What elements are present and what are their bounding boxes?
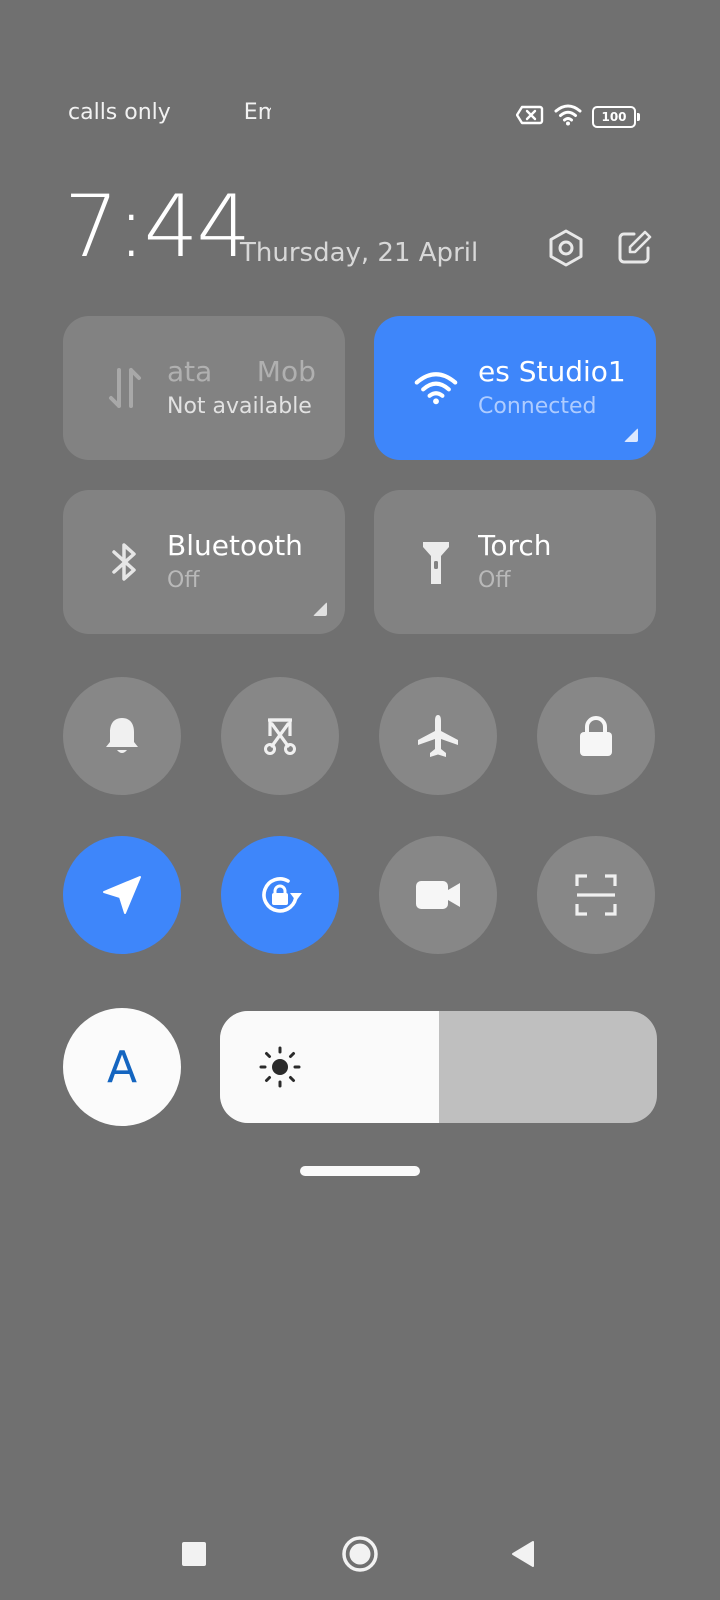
wifi-status: Connected [478,394,597,419]
mobile-data-tile[interactable]: ata Mob Not available [63,316,345,460]
back-triangle-icon [512,1541,534,1567]
screenshot-toggle[interactable] [221,677,339,795]
screen-recorder-toggle[interactable] [379,836,497,954]
square-icon [182,1542,206,1566]
bell-icon [106,718,138,753]
clock-time: 7:44 [64,177,251,277]
bluetooth-tile[interactable]: Bluetooth Off [63,490,345,634]
expand-corner-icon[interactable] [313,602,327,616]
wifi-tile[interactable]: es Studio1 Connected [374,316,656,460]
edit-button[interactable] [614,228,654,268]
brightness-slider-fill [220,1011,439,1123]
expand-corner-icon[interactable] [624,428,638,442]
location-toggle[interactable] [63,836,181,954]
data-arrows-icon [103,366,147,410]
battery-indicator: 100 [592,106,640,128]
auto-rotate-toggle[interactable] [221,836,339,954]
torch-status: Off [478,568,511,593]
torch-tile[interactable]: Torch Off [374,490,656,634]
settings-button[interactable] [546,228,586,268]
auto-brightness-label: A [106,1041,138,1093]
status-bar-carriers: calls only Em [68,100,271,125]
wifi-icon [414,366,458,410]
rotation-lock-icon [262,877,302,913]
lock-screen-toggle[interactable] [537,677,655,795]
no-sim-icon [515,105,544,129]
location-arrow-icon [103,876,141,914]
sun-icon [258,1045,302,1093]
recents-button[interactable] [170,1530,218,1578]
torch-icon [414,540,458,584]
settings-hexagon-icon [549,229,583,267]
carrier-label-secondary: Em [243,100,271,125]
auto-brightness-button[interactable]: A [63,1008,181,1126]
airplane-mode-toggle[interactable] [379,677,497,795]
bluetooth-icon [103,540,147,584]
edit-pencil-icon [618,230,652,264]
scan-frame-icon [575,874,617,916]
video-camera-icon [416,881,460,909]
status-bar-icons: 100 [515,104,640,130]
panel-drag-handle[interactable] [300,1166,420,1176]
bluetooth-title: Bluetooth [167,529,303,562]
airplane-icon [418,715,458,757]
scanner-toggle[interactable] [537,836,655,954]
carrier-label: calls only [68,100,171,125]
sound-toggle[interactable] [63,677,181,795]
date-label: Thursday, 21 April [240,238,479,268]
screenshot-scissors-icon [264,718,296,755]
brightness-slider[interactable] [220,1011,657,1123]
lock-icon [580,716,612,756]
bluetooth-status: Off [167,568,200,593]
torch-title: Torch [478,529,552,562]
mobile-data-title: ata Mob [167,355,316,388]
home-button[interactable] [336,1530,384,1578]
wifi-signal-icon [554,104,582,130]
back-button[interactable] [500,1530,548,1578]
wifi-network-name: es Studio1 [478,355,626,388]
home-circle-icon [342,1536,378,1572]
mobile-data-status: Not available [167,394,312,419]
